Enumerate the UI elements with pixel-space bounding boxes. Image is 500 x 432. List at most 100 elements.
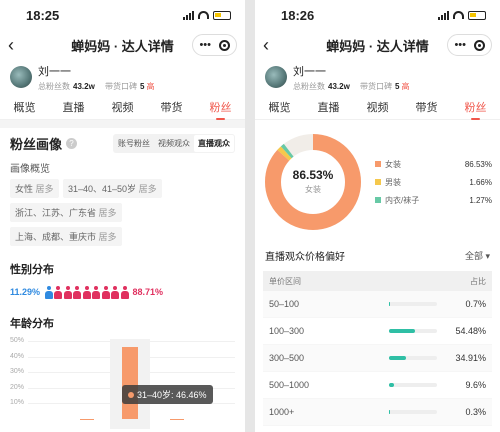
more-icon[interactable]: ••• [454,39,466,51]
tab-bar: 概览 直播 视频 带货 粉丝 [0,94,245,120]
age-chart: 50% 40% 30% 20% 10% 31–40岁: 46.46% [10,337,235,429]
wifi-icon [198,11,209,19]
table-row: 500–1000 9.6% [263,372,492,399]
back-icon[interactable]: ‹ [8,35,28,56]
fans-value: 43.2w [328,81,350,91]
mini-program-capsule: ••• [192,34,237,56]
price-range: 50–100 [269,299,300,309]
age-title: 年龄分布 [10,318,54,330]
category-donut: 86.53% 女装 [263,132,363,232]
y-tick-label: 20% [10,383,25,391]
female-person-icon [54,285,63,299]
share-value: 34.91% [455,353,486,363]
donut-center-label: 女装 [305,185,321,194]
legend-item: 男装 1.66% [375,173,492,191]
right-screen: 18:26 ‹ 蝉妈妈 · 达人详情 ••• 刘一一 总粉丝数 43.2w 带货口… [255,0,500,432]
tab-video[interactable]: 视频 [112,95,134,119]
age-bar[interactable] [122,346,138,419]
male-person-icon [44,285,53,299]
tag-province: 浙江、江苏、广东省 居多 [10,203,122,222]
audience-segment: 账号粉丝 视频观众 直播观众 [113,133,235,153]
tag-age: 31–40、41–50岁 居多 [63,179,162,198]
signal-icon [438,10,449,20]
segment-account-fans[interactable]: 账号粉丝 [114,135,154,152]
mini-program-capsule: ••• [447,34,492,56]
tab-overview[interactable]: 概览 [14,95,36,119]
reputation-value: 5 [395,81,400,91]
avatar[interactable] [265,66,287,88]
legend-item: 内衣/袜子 1.27% [375,191,492,209]
close-icon[interactable] [219,39,230,51]
age-bar[interactable] [170,418,184,419]
female-person-icon [82,285,91,299]
tab-overview[interactable]: 概览 [269,95,291,119]
female-person-icon [120,285,129,299]
help-icon[interactable]: ? [66,137,78,149]
female-percent: 88.71% [132,287,164,297]
tab-fans[interactable]: 粉丝 [210,95,232,120]
gender-icons [43,285,129,299]
tab-fans[interactable]: 粉丝 [465,95,487,120]
nav-bar: ‹ 蝉妈妈 · 达人详情 ••• [255,30,500,60]
fans-label: 总粉丝数 [293,81,325,91]
status-time: 18:25 [26,7,60,23]
segment-live-viewers[interactable]: 直播观众 [194,134,234,152]
age-tooltip: 31–40岁: 46.46% [122,385,213,404]
share-value: 0.3% [465,407,486,417]
category-donut-section: 86.53% 女装 女装 86.53% 男装 1.66% 内衣/袜子 1.27% [255,120,500,238]
more-icon[interactable]: ••• [199,39,211,51]
legend-swatch [375,179,381,185]
col-share: 占比 [470,276,486,286]
fans-value: 43.2w [73,81,95,91]
reputation-label: 带货口碑 [105,81,138,91]
tab-live[interactable]: 直播 [63,95,85,119]
tag-city: 上海、成都、重庆市 居多 [10,227,122,246]
reputation-label: 带货口碑 [360,81,393,91]
wifi-icon [453,11,464,19]
col-range: 单价区间 [269,276,301,286]
tab-bar: 概览 直播 视频 带货 粉丝 [255,94,500,120]
overview-label: 画像概览 [10,164,50,175]
legend-swatch [375,197,381,203]
share-bar [389,302,437,306]
price-range: 100–300 [269,326,305,336]
share-value: 0.7% [465,299,486,309]
price-range: 300–500 [269,353,305,363]
legend-swatch [375,161,381,167]
left-screen: 18:25 ‹ 蝉妈妈 · 达人详情 ••• 刘一一 总粉丝数 43.2w 带货口… [0,0,245,432]
profile-header: 刘一一 总粉丝数 43.2w 带货口碑 5 高 [255,60,500,94]
table-row: 100–300 54.48% [263,318,492,345]
legend-item: 女装 86.53% [375,155,492,173]
female-person-icon [101,285,110,299]
price-range: 500–1000 [269,380,310,390]
age-bar[interactable] [80,418,94,419]
female-person-icon [63,285,72,299]
tab-video[interactable]: 视频 [367,95,389,119]
price-table: 单价区间 占比 50–100 0.7% 100–300 54.48% 300–500 34… [263,271,492,426]
fans-profile-header: 粉丝画像 ? 账号粉丝 视频观众 直播观众 [0,128,245,158]
status-bar: 18:25 [0,0,245,30]
share-bar [389,410,437,414]
signal-icon [183,10,194,20]
table-header: 单价区间 占比 [263,271,492,291]
profile-name: 刘一一 [293,65,326,78]
segment-video-viewers[interactable]: 视频观众 [154,135,194,152]
price-preference-header: 直播观众价格偏好 全部 ▾ [255,238,500,267]
share-value: 54.48% [455,326,486,336]
close-icon[interactable] [474,39,485,51]
reputation-level: 高 [146,81,155,91]
donut-center-value: 86.53% [292,168,334,182]
donut-legend: 女装 86.53% 男装 1.66% 内衣/袜子 1.27% [375,155,492,209]
tab-sales[interactable]: 带货 [161,95,183,119]
divider [0,120,245,128]
avatar[interactable] [10,66,32,88]
table-row: 1000+ 0.3% [263,399,492,426]
status-bar: 18:26 [255,0,500,30]
female-person-icon [92,285,101,299]
reputation-value: 5 [140,81,145,91]
tab-live[interactable]: 直播 [318,95,340,119]
back-icon[interactable]: ‹ [263,35,283,56]
price-filter-dropdown[interactable]: 全部 ▾ [465,249,490,262]
tab-sales[interactable]: 带货 [416,95,438,119]
table-row: 300–500 34.91% [263,345,492,372]
